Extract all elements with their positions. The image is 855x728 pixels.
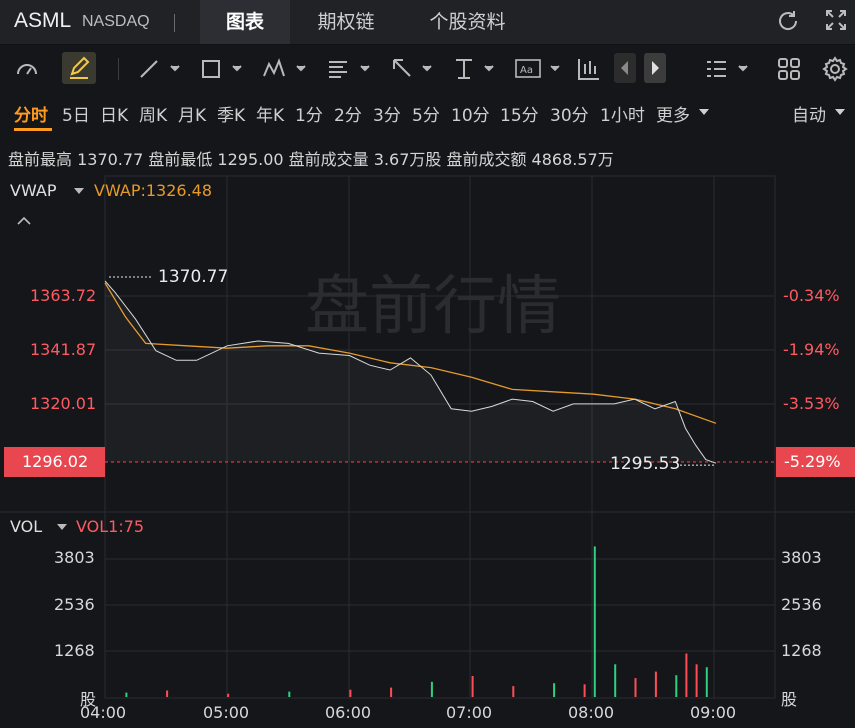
pct-tick-right: -3.53% — [783, 394, 840, 413]
price-tick-left: 1320.01 — [30, 394, 97, 413]
vol-value: VOL1:75 — [76, 517, 145, 536]
time-tick: 09:00 — [690, 703, 737, 722]
volume-bar — [675, 675, 678, 697]
volume-bar — [227, 693, 230, 697]
volume-bar — [430, 681, 433, 697]
volume-bar — [685, 653, 688, 697]
high-marker-label: 1370.77 — [158, 267, 229, 287]
vol-tick-right: 3803 — [781, 548, 822, 567]
time-tick: 07:00 — [446, 703, 493, 722]
pct-tick-right: -1.94% — [783, 340, 840, 359]
price-tick-left: 1341.87 — [30, 340, 97, 359]
current-pct-tag: -5.29% — [776, 447, 855, 477]
vol-tick-right: 2536 — [781, 595, 822, 614]
volume-bar — [614, 664, 617, 697]
watermark: 盘前行情 — [305, 270, 561, 344]
volume-bar — [705, 667, 708, 697]
vol-tick-right: 1268 — [781, 641, 822, 660]
current-pct: -5.29% — [784, 452, 841, 471]
volume-bar — [125, 692, 128, 697]
volume-bar — [593, 546, 596, 697]
volume-bar — [583, 684, 586, 697]
volume-bar — [471, 676, 474, 697]
price-tick-left: 1363.72 — [30, 286, 97, 305]
volume-bar — [288, 691, 291, 697]
vol-tick-left: 3803 — [54, 548, 95, 567]
collapse-icon[interactable] — [16, 214, 32, 226]
low-marker-label: 1295.53 — [610, 454, 681, 474]
volume-bar — [553, 683, 556, 697]
time-tick: 05:00 — [203, 703, 250, 722]
volume-bar — [695, 664, 698, 697]
volume-bar — [349, 689, 352, 697]
vol-unit-right: 股 — [781, 690, 798, 709]
volume-bar — [654, 671, 657, 697]
vol-indicator-label[interactable]: VOL — [10, 517, 42, 536]
volume-bar — [634, 678, 637, 697]
vwap-value: VWAP:1326.48 — [94, 181, 213, 200]
pct-tick-right: -0.34% — [783, 286, 840, 305]
volume-bar — [390, 687, 393, 697]
current-price: 1296.02 — [22, 452, 89, 471]
vol-tick-left: 1268 — [54, 641, 95, 660]
current-price-tag: 1296.02 — [4, 447, 105, 477]
volume-bars — [125, 546, 708, 697]
time-tick: 08:00 — [568, 703, 615, 722]
price-chart[interactable]: 盘前行情 — [0, 0, 855, 728]
vwap-indicator-label[interactable]: VWAP — [10, 181, 56, 200]
time-tick: 04:00 — [80, 703, 127, 722]
time-tick: 06:00 — [325, 703, 372, 722]
chevron-down-icon[interactable] — [73, 186, 85, 196]
vol-tick-left: 2536 — [54, 595, 95, 614]
chevron-down-icon[interactable] — [56, 522, 68, 532]
volume-bar — [512, 686, 515, 697]
volume-bar — [166, 690, 169, 697]
